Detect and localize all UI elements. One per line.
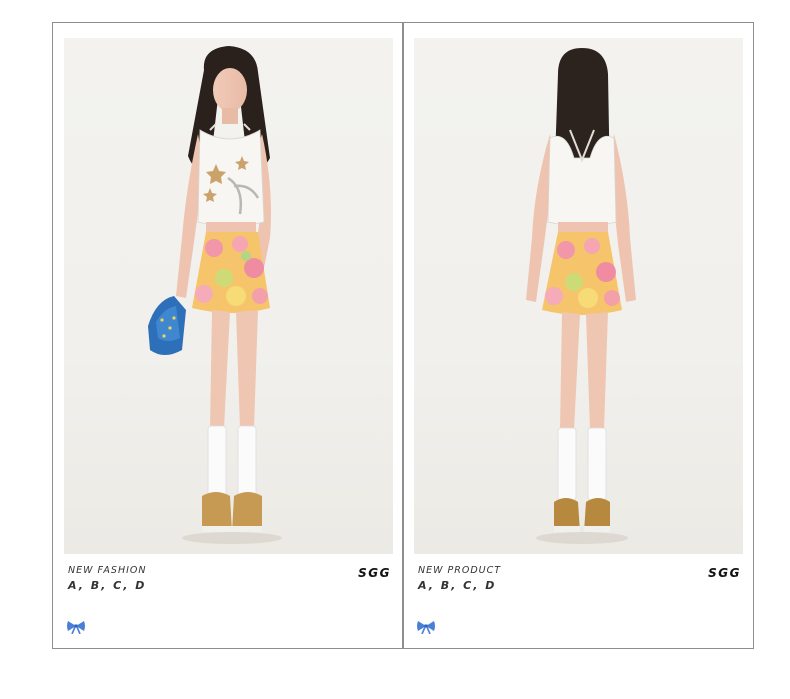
caption-options: A, B, C, D (418, 579, 497, 592)
caption-title: NEW FASHION (68, 565, 147, 576)
bow-icon (67, 621, 85, 634)
product-photo-back[interactable] (414, 38, 743, 554)
product-card-front[interactable]: NEW FASHION A, B, C, D SGG (54, 24, 403, 648)
product-card-back[interactable]: NEW PRODUCT A, B, C, D SGG (404, 24, 753, 648)
brand-logo: SGG (708, 566, 741, 580)
bow-icon (417, 621, 435, 634)
caption-options: A, B, C, D (68, 579, 147, 592)
caption-title: NEW PRODUCT (418, 565, 502, 576)
product-photo-front[interactable] (64, 38, 393, 554)
brand-logo: SGG (358, 566, 391, 580)
